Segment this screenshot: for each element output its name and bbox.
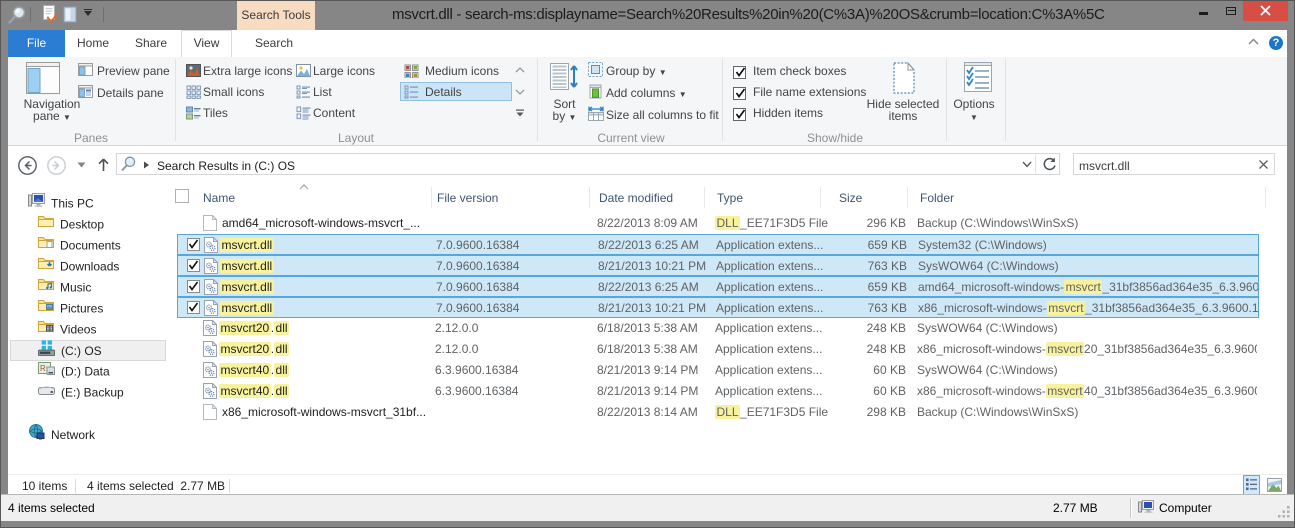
svg-text:R: R — [40, 364, 46, 373]
